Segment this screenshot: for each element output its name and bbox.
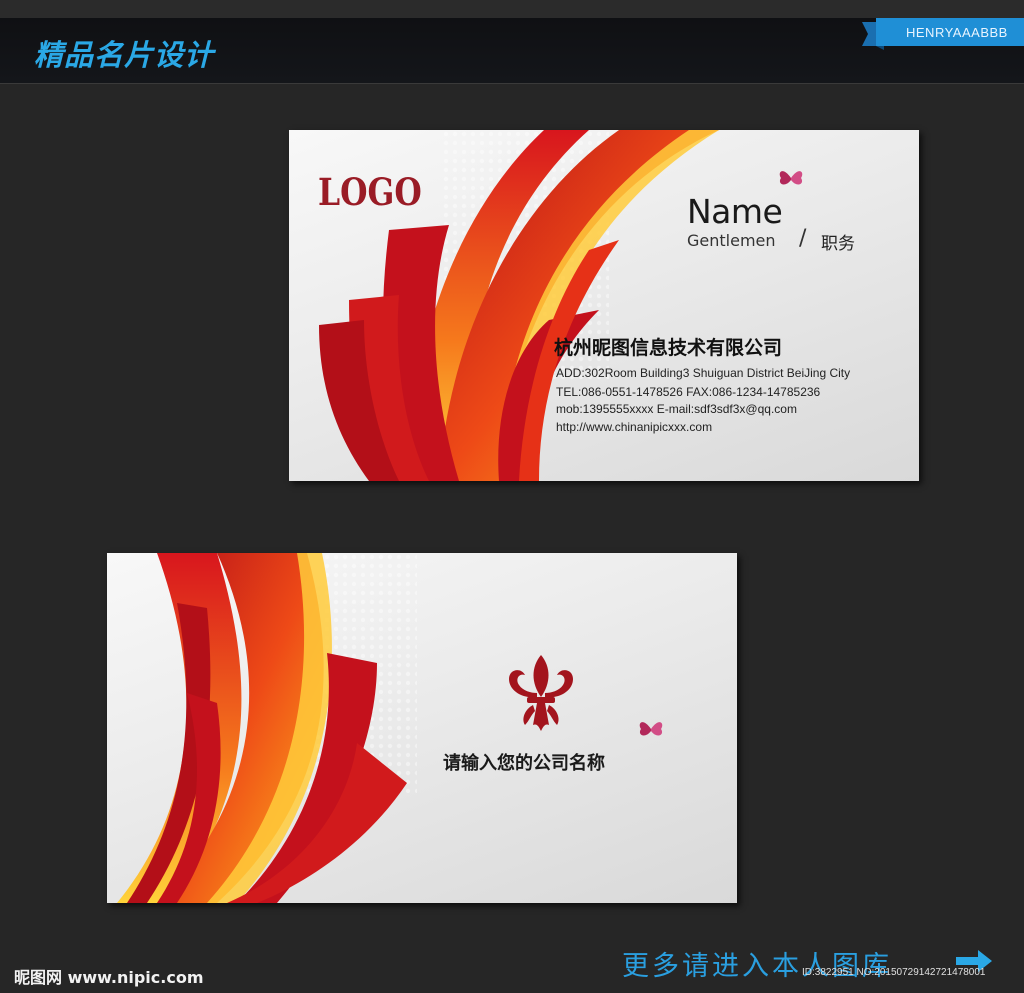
top-strip [0, 0, 1024, 18]
holder-name: Name [687, 192, 783, 231]
page-title: 精品名片设计 [34, 38, 215, 72]
business-card-front: LOGO Name Gentlemen / 职务 杭州昵图信息技术有限公司 AD… [289, 130, 919, 481]
site-logo[interactable]: 昵图网 www.nipic.com [14, 964, 204, 988]
separator-slash: / [799, 226, 807, 251]
mobile-email-line: mob:1395555xxxx E-mail:sdf3sdf3x@qq.com [556, 402, 797, 416]
website-line: http://www.chinanipicxxx.com [556, 420, 713, 434]
fleur-de-lis-icon [509, 655, 573, 731]
company-name-prompt: 请输入您的公司名称 [443, 753, 605, 774]
author-ribbon[interactable]: HENRYAAABBB [862, 18, 1024, 50]
logo-text: LOGO [318, 170, 422, 214]
butterfly-icon [779, 171, 803, 185]
butterfly-icon [639, 722, 663, 736]
image-id-label: ID:3822951 NO:20150729142721478001 [802, 967, 986, 978]
company-name: 杭州昵图信息技术有限公司 [554, 337, 783, 359]
author-name: HENRYAAABBB [906, 25, 1008, 40]
job-title: 职务 [821, 234, 855, 254]
holder-salutation: Gentlemen [687, 231, 776, 250]
tel-fax-line: TEL:086-0551-1478526 FAX:086-1234-147852… [556, 385, 821, 399]
business-card-back: 请输入您的公司名称 [107, 553, 737, 903]
address-line: ADD:302Room Building3 Shuiguan District … [556, 366, 851, 380]
